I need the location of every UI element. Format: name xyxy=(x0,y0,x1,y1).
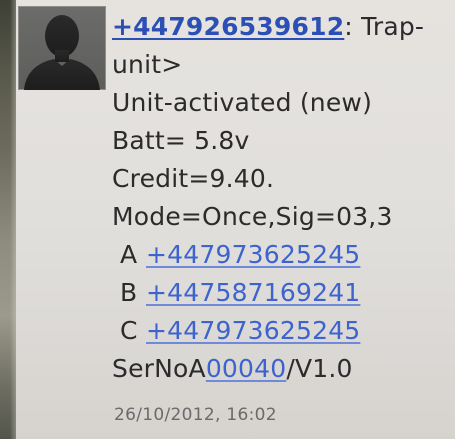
message-timestamp: 26/10/2012, 16:02 xyxy=(114,405,277,425)
contact-letter: B xyxy=(120,278,138,307)
message-line-credit: Credit=9.40. xyxy=(112,164,275,193)
phone-link-a[interactable]: +447973625245 xyxy=(146,240,360,269)
serial-suffix: /V1.0 xyxy=(286,354,353,383)
message-line-status: Unit-activated (new) xyxy=(112,88,373,117)
sender-line: +447926539612: Trap- xyxy=(112,8,452,46)
sender-number-link[interactable]: +447926539612 xyxy=(112,12,344,41)
serial-line: SerNoA00040/V1.0 xyxy=(112,350,452,388)
message-line-mode: Mode=Once,Sig=03,3 xyxy=(112,202,393,231)
sender-text: : Trap- xyxy=(344,12,425,41)
person-silhouette-icon xyxy=(24,15,100,90)
sender-text-continued: unit> xyxy=(112,50,183,79)
message-view: +447926539612: Trap- unit> Unit-activate… xyxy=(16,0,455,439)
contact-row-a: A +447973625245 xyxy=(112,236,452,274)
message-line-battery: Batt= 5.8v xyxy=(112,126,250,155)
contact-row-b: B +447587169241 xyxy=(112,274,452,312)
contact-row-c: C +447973625245 xyxy=(112,312,452,350)
serial-number-link[interactable]: 00040 xyxy=(206,354,287,383)
message-body: +447926539612: Trap- unit> Unit-activate… xyxy=(112,8,452,388)
contact-letter: A xyxy=(120,240,138,269)
contact-avatar[interactable] xyxy=(18,6,106,90)
phone-link-b[interactable]: +447587169241 xyxy=(146,278,360,307)
phone-link-c[interactable]: +447973625245 xyxy=(146,316,360,345)
serial-prefix: SerNoA xyxy=(112,354,206,383)
contact-letter: C xyxy=(120,316,138,345)
photo-edge xyxy=(0,0,16,439)
